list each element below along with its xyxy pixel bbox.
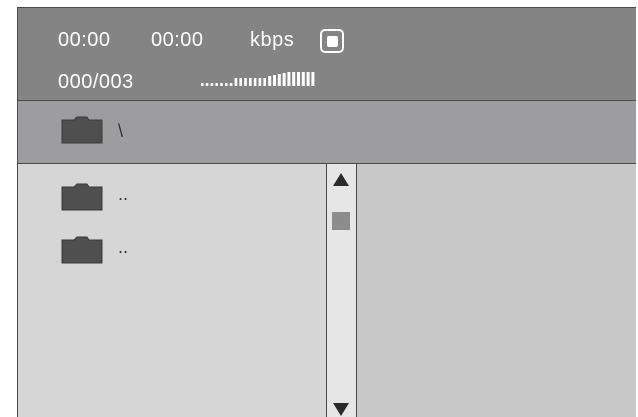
volume-segment — [225, 83, 228, 86]
folder-icon — [61, 236, 103, 264]
volume-segment — [273, 75, 276, 86]
volume-segment — [239, 78, 242, 86]
volume-segment — [201, 83, 204, 86]
volume-segment — [263, 78, 266, 86]
list-item[interactable]: .. — [18, 172, 318, 218]
player-window: 00:00 00:00 kbps 000/003 \ .. .. — [17, 7, 636, 417]
volume-segment — [205, 83, 209, 86]
elapsed-time: 00:00 — [58, 29, 111, 51]
stop-button[interactable] — [320, 29, 344, 53]
list-item[interactable]: .. — [18, 225, 318, 271]
file-list: .. .. — [18, 164, 326, 417]
status-header: 00:00 00:00 kbps 000/003 — [18, 8, 636, 101]
volume-segment — [234, 78, 238, 86]
volume-segment — [229, 83, 233, 86]
volume-segment — [292, 72, 296, 86]
volume-segment — [301, 72, 305, 86]
list-item-label: .. — [118, 184, 129, 204]
folder-icon — [61, 116, 103, 144]
stop-icon — [326, 35, 338, 47]
scroll-up-icon[interactable] — [333, 173, 349, 186]
folder-icon — [61, 183, 103, 211]
volume-segment — [277, 74, 281, 86]
list-item-label: .. — [118, 237, 129, 257]
volume-level-meter — [201, 72, 315, 86]
scrollbar[interactable] — [326, 164, 357, 417]
volume-segment — [311, 72, 315, 86]
volume-segment — [258, 78, 262, 86]
volume-segment — [244, 78, 247, 86]
volume-segment — [215, 83, 218, 86]
volume-segment — [253, 78, 257, 86]
volume-segment — [306, 72, 310, 86]
volume-segment — [297, 72, 300, 86]
path-bar[interactable]: \ — [18, 101, 636, 164]
volume-segment — [268, 76, 272, 86]
volume-segment — [210, 83, 214, 86]
scroll-down-icon[interactable] — [333, 403, 349, 416]
track-counter: 000/003 — [58, 71, 134, 93]
bitrate-unit: kbps — [250, 29, 295, 51]
volume-segment — [287, 72, 291, 86]
scroll-thumb[interactable] — [332, 212, 350, 230]
current-path: \ — [118, 121, 124, 141]
total-time: 00:00 — [151, 29, 204, 51]
volume-segment — [282, 73, 286, 86]
volume-segment — [249, 78, 252, 86]
volume-segment — [220, 83, 223, 86]
preview-pane — [357, 164, 636, 417]
